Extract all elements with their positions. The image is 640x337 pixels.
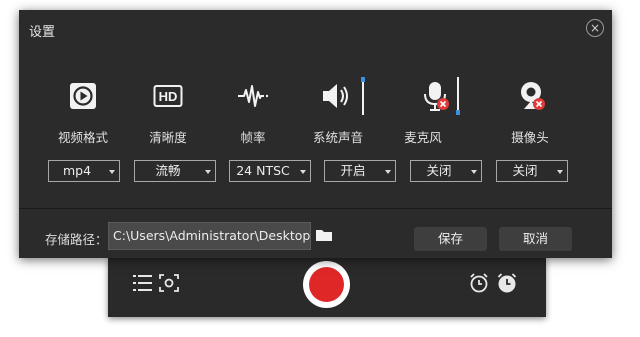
microphone-volume-slider[interactable] bbox=[456, 77, 460, 115]
setting-label: 麦克风 bbox=[404, 130, 442, 145]
system-sound-volume-slider[interactable] bbox=[361, 77, 365, 115]
chevron-down-icon bbox=[471, 170, 477, 174]
save-path-field[interactable]: C:\Users\Administrator\Desktop\ bbox=[108, 222, 311, 250]
setting-label: 系统声音 bbox=[312, 130, 363, 145]
recorder-toolbar bbox=[108, 257, 546, 317]
folder-icon[interactable] bbox=[315, 227, 333, 243]
save-path-label: 存储路径： bbox=[45, 232, 108, 247]
save-button[interactable]: 保存 bbox=[414, 227, 487, 251]
settings-dialog: 设置 × 视频格式 HD 清晰度 帧率 系统声音 麦克风 摄像头 mp4 流畅 … bbox=[19, 10, 612, 258]
alarm-clock-icon[interactable] bbox=[468, 272, 490, 294]
hd-icon: HD bbox=[153, 85, 183, 107]
close-button[interactable]: × bbox=[586, 19, 604, 37]
video-format-select[interactable]: mp4 bbox=[48, 160, 120, 182]
system-sound-select[interactable]: 开启 bbox=[324, 160, 396, 182]
microphone-select[interactable]: 关闭 bbox=[410, 160, 482, 182]
divider bbox=[19, 208, 612, 209]
resolution-select[interactable]: 流畅 bbox=[134, 160, 216, 182]
speaker-icon bbox=[323, 84, 348, 108]
setting-label: 帧率 bbox=[240, 130, 266, 145]
chevron-down-icon bbox=[109, 170, 115, 174]
record-button[interactable] bbox=[303, 261, 350, 308]
dialog-title: 设置 bbox=[29, 25, 56, 40]
chevron-down-icon bbox=[385, 170, 391, 174]
chevron-down-icon bbox=[205, 170, 211, 174]
webcam-off-icon bbox=[521, 82, 545, 110]
microphone-muted-icon bbox=[424, 82, 449, 111]
chevron-down-icon bbox=[557, 170, 563, 174]
setting-label: 摄像头 bbox=[511, 130, 549, 145]
webcam-select[interactable]: 关闭 bbox=[496, 160, 568, 182]
frame-rate-select[interactable]: 24 NTSC bbox=[229, 160, 311, 182]
timer-clock-icon[interactable] bbox=[496, 272, 518, 294]
cancel-button[interactable]: 取消 bbox=[499, 227, 572, 251]
chevron-down-icon bbox=[300, 170, 306, 174]
setting-label: 清晰度 bbox=[149, 130, 187, 145]
video-format-icon bbox=[70, 83, 96, 109]
frame-rate-icon bbox=[238, 85, 269, 107]
screenshot-icon[interactable] bbox=[158, 272, 180, 294]
svg-text:HD: HD bbox=[159, 89, 178, 104]
list-icon[interactable] bbox=[132, 272, 154, 294]
setting-label: 视频格式 bbox=[57, 130, 108, 145]
